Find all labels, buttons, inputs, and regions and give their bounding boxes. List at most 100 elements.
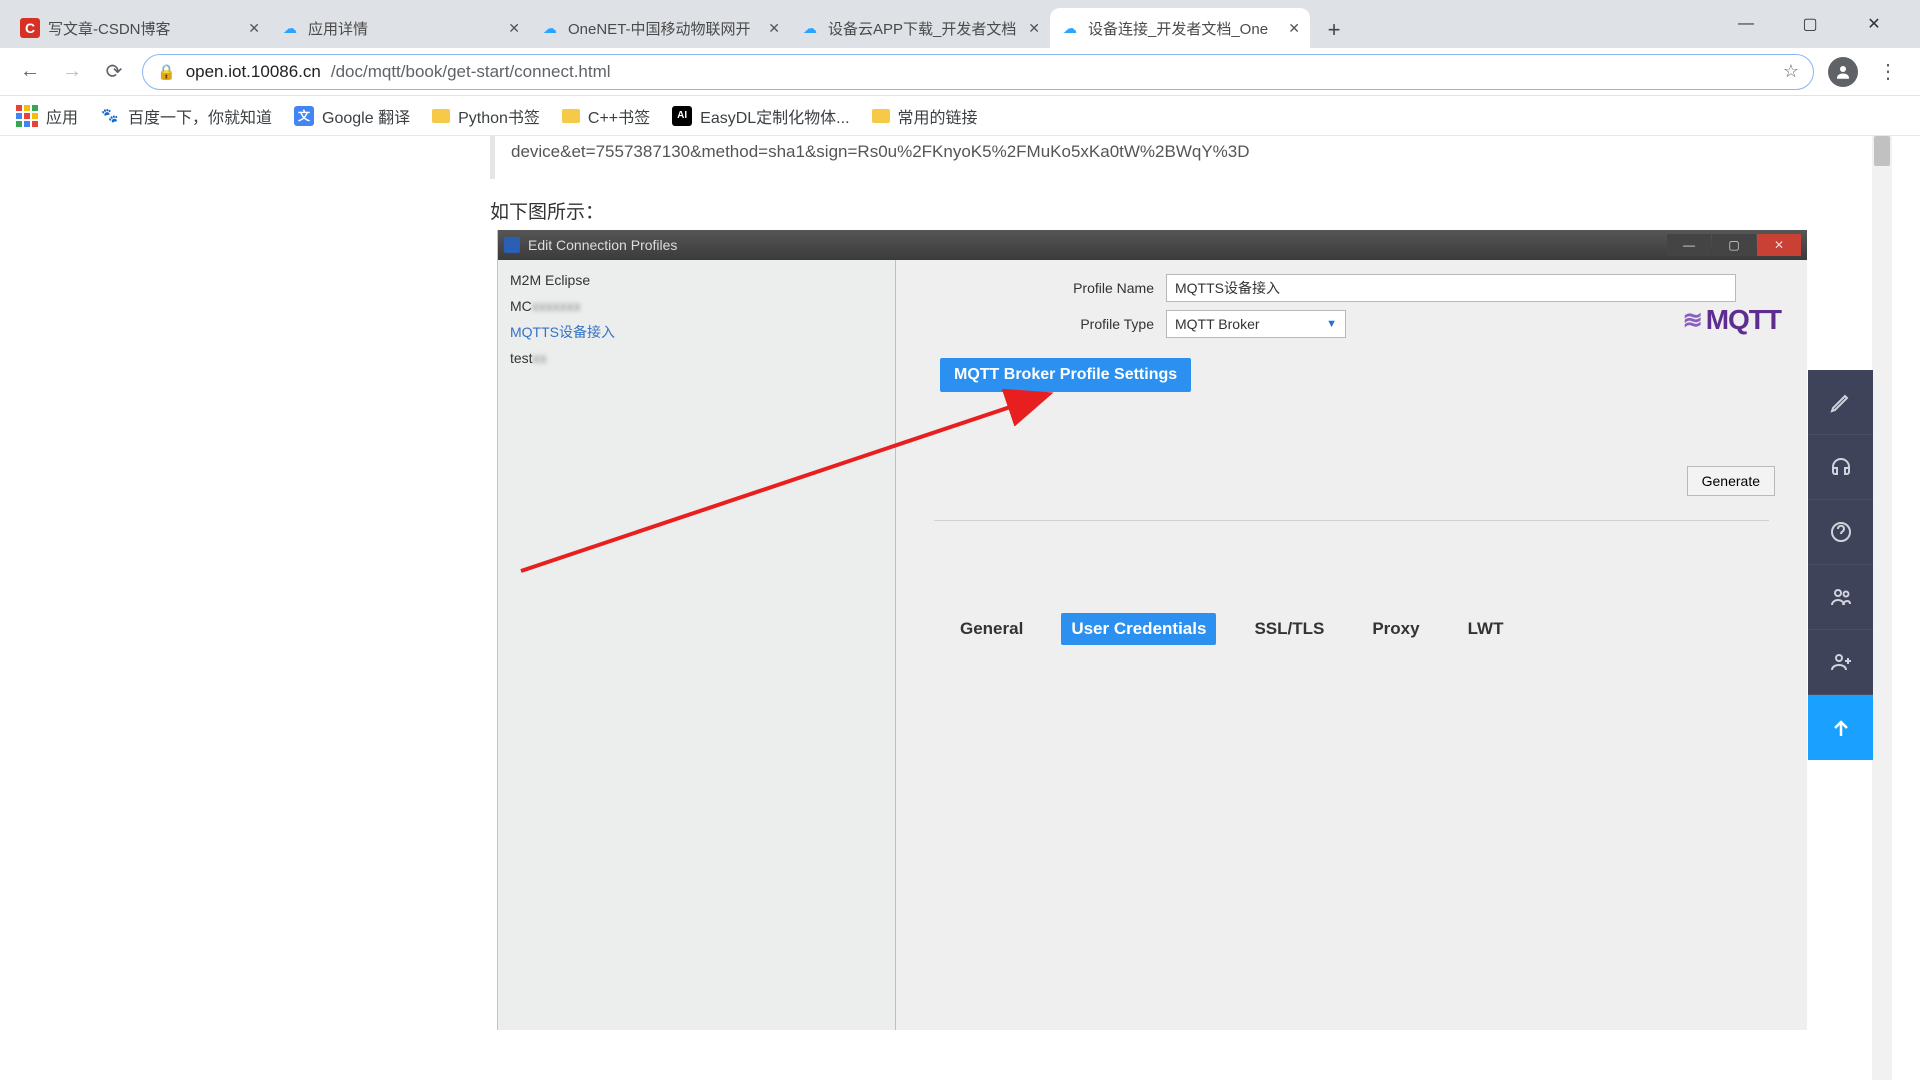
profile-avatar[interactable] — [1828, 57, 1858, 87]
baidu-icon: 🐾 — [100, 106, 120, 126]
scrollbar-thumb[interactable] — [1874, 136, 1890, 166]
bookmark-label: Python书签 — [458, 104, 540, 128]
tab-title: 设备连接_开发者文档_One — [1088, 18, 1280, 39]
lock-icon: 🔒 — [157, 63, 176, 81]
bookmark-label: EasyDL定制化物体... — [700, 104, 849, 128]
profile-type-select[interactable]: MQTT Broker ▼ — [1166, 310, 1346, 338]
bookmark-star-icon[interactable]: ☆ — [1783, 61, 1799, 82]
tab-ssl[interactable]: SSL/TLS — [1244, 613, 1334, 645]
cloud-icon: ☁ — [540, 18, 560, 38]
bookmark-cpp[interactable]: C++书签 — [562, 104, 650, 128]
bookmark-baidu[interactable]: 🐾 百度一下，你就知道 — [100, 104, 272, 128]
vertical-scrollbar[interactable] — [1872, 136, 1892, 1080]
bookmark-label: 百度一下，你就知道 — [128, 104, 272, 128]
tab-general[interactable]: General — [950, 613, 1033, 645]
folder-icon — [872, 109, 890, 123]
app-titlebar: Edit Connection Profiles — ▢ ✕ — [498, 230, 1807, 260]
pencil-icon — [1829, 390, 1853, 414]
credential-tabs: General User Credentials SSL/TLS Proxy L… — [950, 613, 1781, 645]
generate-button[interactable]: Generate — [1687, 466, 1775, 496]
address-bar: ← → ⟳ 🔒 open.iot.10086.cn/doc/mqtt/book/… — [0, 48, 1920, 96]
bookmarks-bar: 应用 🐾百度一下，你就知道 文Google 翻译 Python书签 C++书签 … — [0, 96, 1920, 136]
support-button[interactable] — [1808, 435, 1873, 500]
close-icon[interactable]: ✕ — [508, 20, 520, 37]
minimize-button[interactable]: — — [1718, 0, 1774, 48]
app-minimize-button[interactable]: — — [1667, 234, 1711, 256]
divider — [934, 520, 1769, 521]
bookmark-easydl[interactable]: AI EasyDL定制化物体... — [672, 104, 849, 128]
mqtt-logo: ≋MQTT — [1683, 304, 1781, 336]
help-button[interactable] — [1808, 500, 1873, 565]
person-plus-icon — [1829, 650, 1853, 674]
side-toolbar — [1808, 370, 1873, 760]
profile-name-label: Profile Name — [922, 280, 1166, 296]
question-icon — [1829, 520, 1853, 544]
wave-icon: ≋ — [1683, 306, 1702, 335]
profile-item[interactable]: testxx — [510, 346, 883, 372]
profile-name-row: Profile Name — [922, 274, 1781, 302]
menu-button[interactable]: ⋮ — [1872, 59, 1904, 84]
bookmark-python[interactable]: Python书签 — [432, 104, 540, 128]
tab-user-credentials[interactable]: User Credentials — [1061, 613, 1216, 645]
google-icon: 文 — [294, 106, 314, 126]
caret-down-icon: ▼ — [1326, 318, 1337, 330]
tab-download[interactable]: ☁ 设备云APP下载_开发者文档 ✕ — [790, 8, 1050, 48]
apps-button[interactable]: 应用 — [16, 104, 78, 128]
close-icon[interactable]: ✕ — [1288, 20, 1300, 37]
forward-button[interactable]: → — [58, 58, 86, 86]
tab-onenet[interactable]: ☁ OneNET-中国移动物联网开 ✕ — [530, 8, 790, 48]
ai-icon: AI — [672, 106, 692, 126]
code-block: device&et=7557387130&method=sha1&sign=Rs… — [490, 136, 1920, 179]
folder-icon — [432, 109, 450, 123]
folder-icon — [562, 109, 580, 123]
bookmark-label: Google 翻译 — [322, 104, 410, 128]
close-icon[interactable]: ✕ — [248, 20, 260, 37]
window-controls: — ▢ ✕ — [1718, 0, 1910, 48]
tab-connect[interactable]: ☁ 设备连接_开发者文档_One ✕ — [1050, 8, 1310, 48]
back-button[interactable]: ← — [16, 58, 44, 86]
url-host: open.iot.10086.cn — [186, 62, 321, 82]
bookmark-links[interactable]: 常用的链接 — [872, 104, 978, 128]
profile-item[interactable]: MCxxxxxxx — [510, 294, 883, 320]
close-icon[interactable]: ✕ — [768, 20, 780, 37]
app-body: M2M Eclipse MCxxxxxxx MQTTS设备接入 testxx P… — [498, 260, 1807, 1030]
tab-proxy[interactable]: Proxy — [1362, 613, 1429, 645]
add-user-button[interactable] — [1808, 630, 1873, 695]
tab-list: C 写文章-CSDN博客 ✕ ☁ 应用详情 ✕ ☁ OneNET-中国移动物联网… — [10, 4, 1718, 48]
profile-item[interactable]: M2M Eclipse — [510, 268, 883, 294]
tab-title: 设备云APP下载_开发者文档 — [828, 18, 1020, 39]
url-input[interactable]: 🔒 open.iot.10086.cn/doc/mqtt/book/get-st… — [142, 54, 1814, 90]
profile-type-label: Profile Type — [922, 316, 1166, 332]
app-icon — [504, 237, 520, 253]
bookmark-label: 常用的链接 — [898, 104, 978, 128]
browser-tabstrip: C 写文章-CSDN博客 ✕ ☁ 应用详情 ✕ ☁ OneNET-中国移动物联网… — [0, 0, 1920, 48]
tab-csdn[interactable]: C 写文章-CSDN博客 ✕ — [10, 8, 270, 48]
headset-icon — [1829, 455, 1853, 479]
cloud-icon: ☁ — [1060, 18, 1080, 38]
apps-label: 应用 — [46, 104, 78, 128]
profile-item-selected[interactable]: MQTTS设备接入 — [510, 320, 883, 346]
app-window: Edit Connection Profiles — ▢ ✕ M2M Eclip… — [497, 230, 1807, 1030]
profile-type-value: MQTT Broker — [1175, 316, 1260, 332]
community-button[interactable] — [1808, 565, 1873, 630]
edit-button[interactable] — [1808, 370, 1873, 435]
bookmark-google-translate[interactable]: 文 Google 翻译 — [294, 104, 410, 128]
profile-form: Profile Name Profile Type MQTT Broker ▼ … — [896, 260, 1807, 1030]
tab-lwt[interactable]: LWT — [1458, 613, 1514, 645]
app-maximize-button[interactable]: ▢ — [1712, 234, 1756, 256]
tab-title: 写文章-CSDN博客 — [48, 18, 240, 39]
reload-button[interactable]: ⟳ — [100, 58, 128, 86]
app-close-button[interactable]: ✕ — [1757, 234, 1801, 256]
people-icon — [1829, 585, 1853, 609]
app-window-controls: — ▢ ✕ — [1667, 234, 1801, 256]
maximize-button[interactable]: ▢ — [1782, 0, 1838, 48]
close-button[interactable]: ✕ — [1846, 0, 1902, 48]
scroll-top-button[interactable] — [1808, 695, 1873, 760]
page-content: device&et=7557387130&method=sha1&sign=Rs… — [0, 136, 1920, 1080]
app-title: Edit Connection Profiles — [528, 237, 677, 253]
new-tab-button[interactable]: + — [1316, 12, 1352, 48]
tab-title: 应用详情 — [308, 18, 500, 39]
profile-name-input[interactable] — [1166, 274, 1736, 302]
tab-app-detail[interactable]: ☁ 应用详情 ✕ — [270, 8, 530, 48]
close-icon[interactable]: ✕ — [1028, 20, 1040, 37]
